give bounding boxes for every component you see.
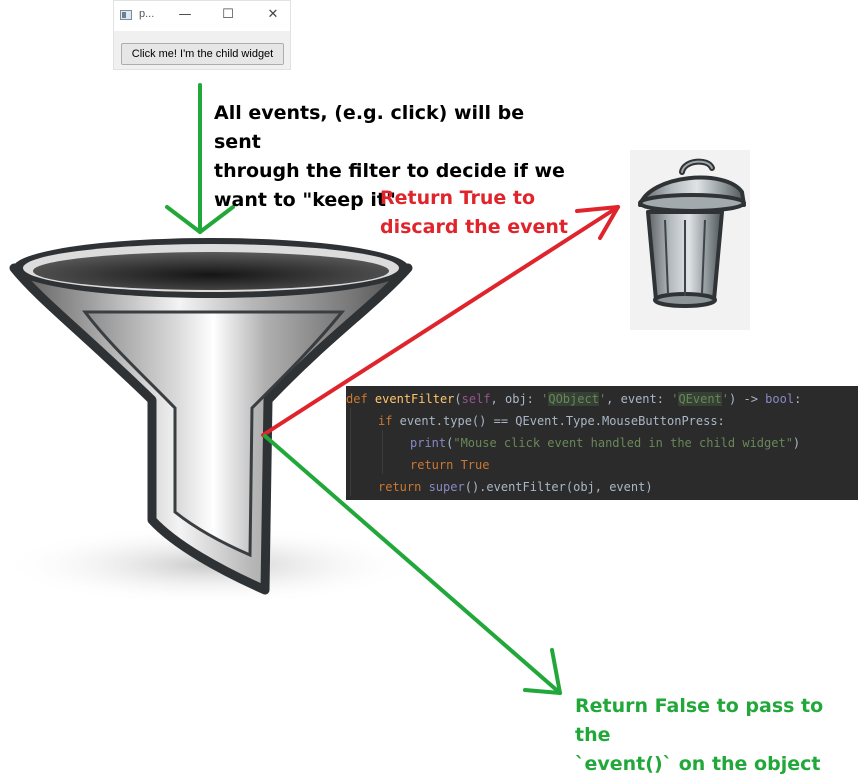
code-token: , event:	[606, 392, 672, 406]
code-token: QEvent	[678, 392, 722, 406]
code-panel: def eventFilter(self, obj: 'QObject', ev…	[346, 386, 858, 500]
code-token: (	[454, 392, 462, 406]
code-line-5: return super().eventFilter(obj, event)	[378, 476, 653, 498]
pass-line-1: Return False to pass to the	[575, 695, 824, 746]
code-token: bool	[765, 392, 795, 406]
code-line-4: return True	[410, 454, 489, 476]
code-token: self	[461, 392, 491, 406]
code-token: '	[721, 392, 730, 406]
code-token: return	[410, 458, 454, 472]
code-token: def	[346, 392, 368, 406]
discard-line-1: Return True to	[380, 187, 536, 209]
code-token: event.type() == QEvent.Type.MouseButtonP…	[392, 414, 725, 428]
code-token: ) ->	[729, 392, 766, 406]
code-token: print	[410, 436, 447, 450]
discard-line-2: discard the event	[380, 216, 568, 238]
code-token: , obj:	[490, 392, 542, 406]
indent-guide	[382, 430, 383, 474]
code-token: "Mouse click event handled in the child …	[453, 436, 793, 450]
events-line-2: through the filter to decide if we	[214, 160, 565, 182]
code-line-2: if event.type() == QEvent.Type.MouseButt…	[378, 410, 725, 432]
code-token: super	[421, 480, 465, 494]
code-token: ().eventFilter(obj, event)	[464, 480, 653, 494]
indent-guide	[350, 408, 351, 496]
events-line-1: All events, (e.g. click) will be sent	[214, 102, 525, 153]
code-token: )	[792, 436, 801, 450]
code-token: eventFilter	[374, 392, 455, 406]
code-line-3: print("Mouse click event handled in the …	[410, 432, 800, 454]
code-token: True	[453, 458, 490, 472]
code-token: return	[378, 480, 422, 494]
code-token: :	[794, 392, 802, 406]
code-line-1: def eventFilter(self, obj: 'QObject', ev…	[346, 388, 801, 410]
pass-line-2: `event()` on the object	[575, 753, 821, 775]
code-token: QObject	[548, 392, 599, 406]
pass-annotation: Return False to pass to the `event()` on…	[575, 692, 865, 779]
discard-annotation: Return True to discard the event	[380, 184, 580, 242]
code-token: if	[378, 414, 393, 428]
